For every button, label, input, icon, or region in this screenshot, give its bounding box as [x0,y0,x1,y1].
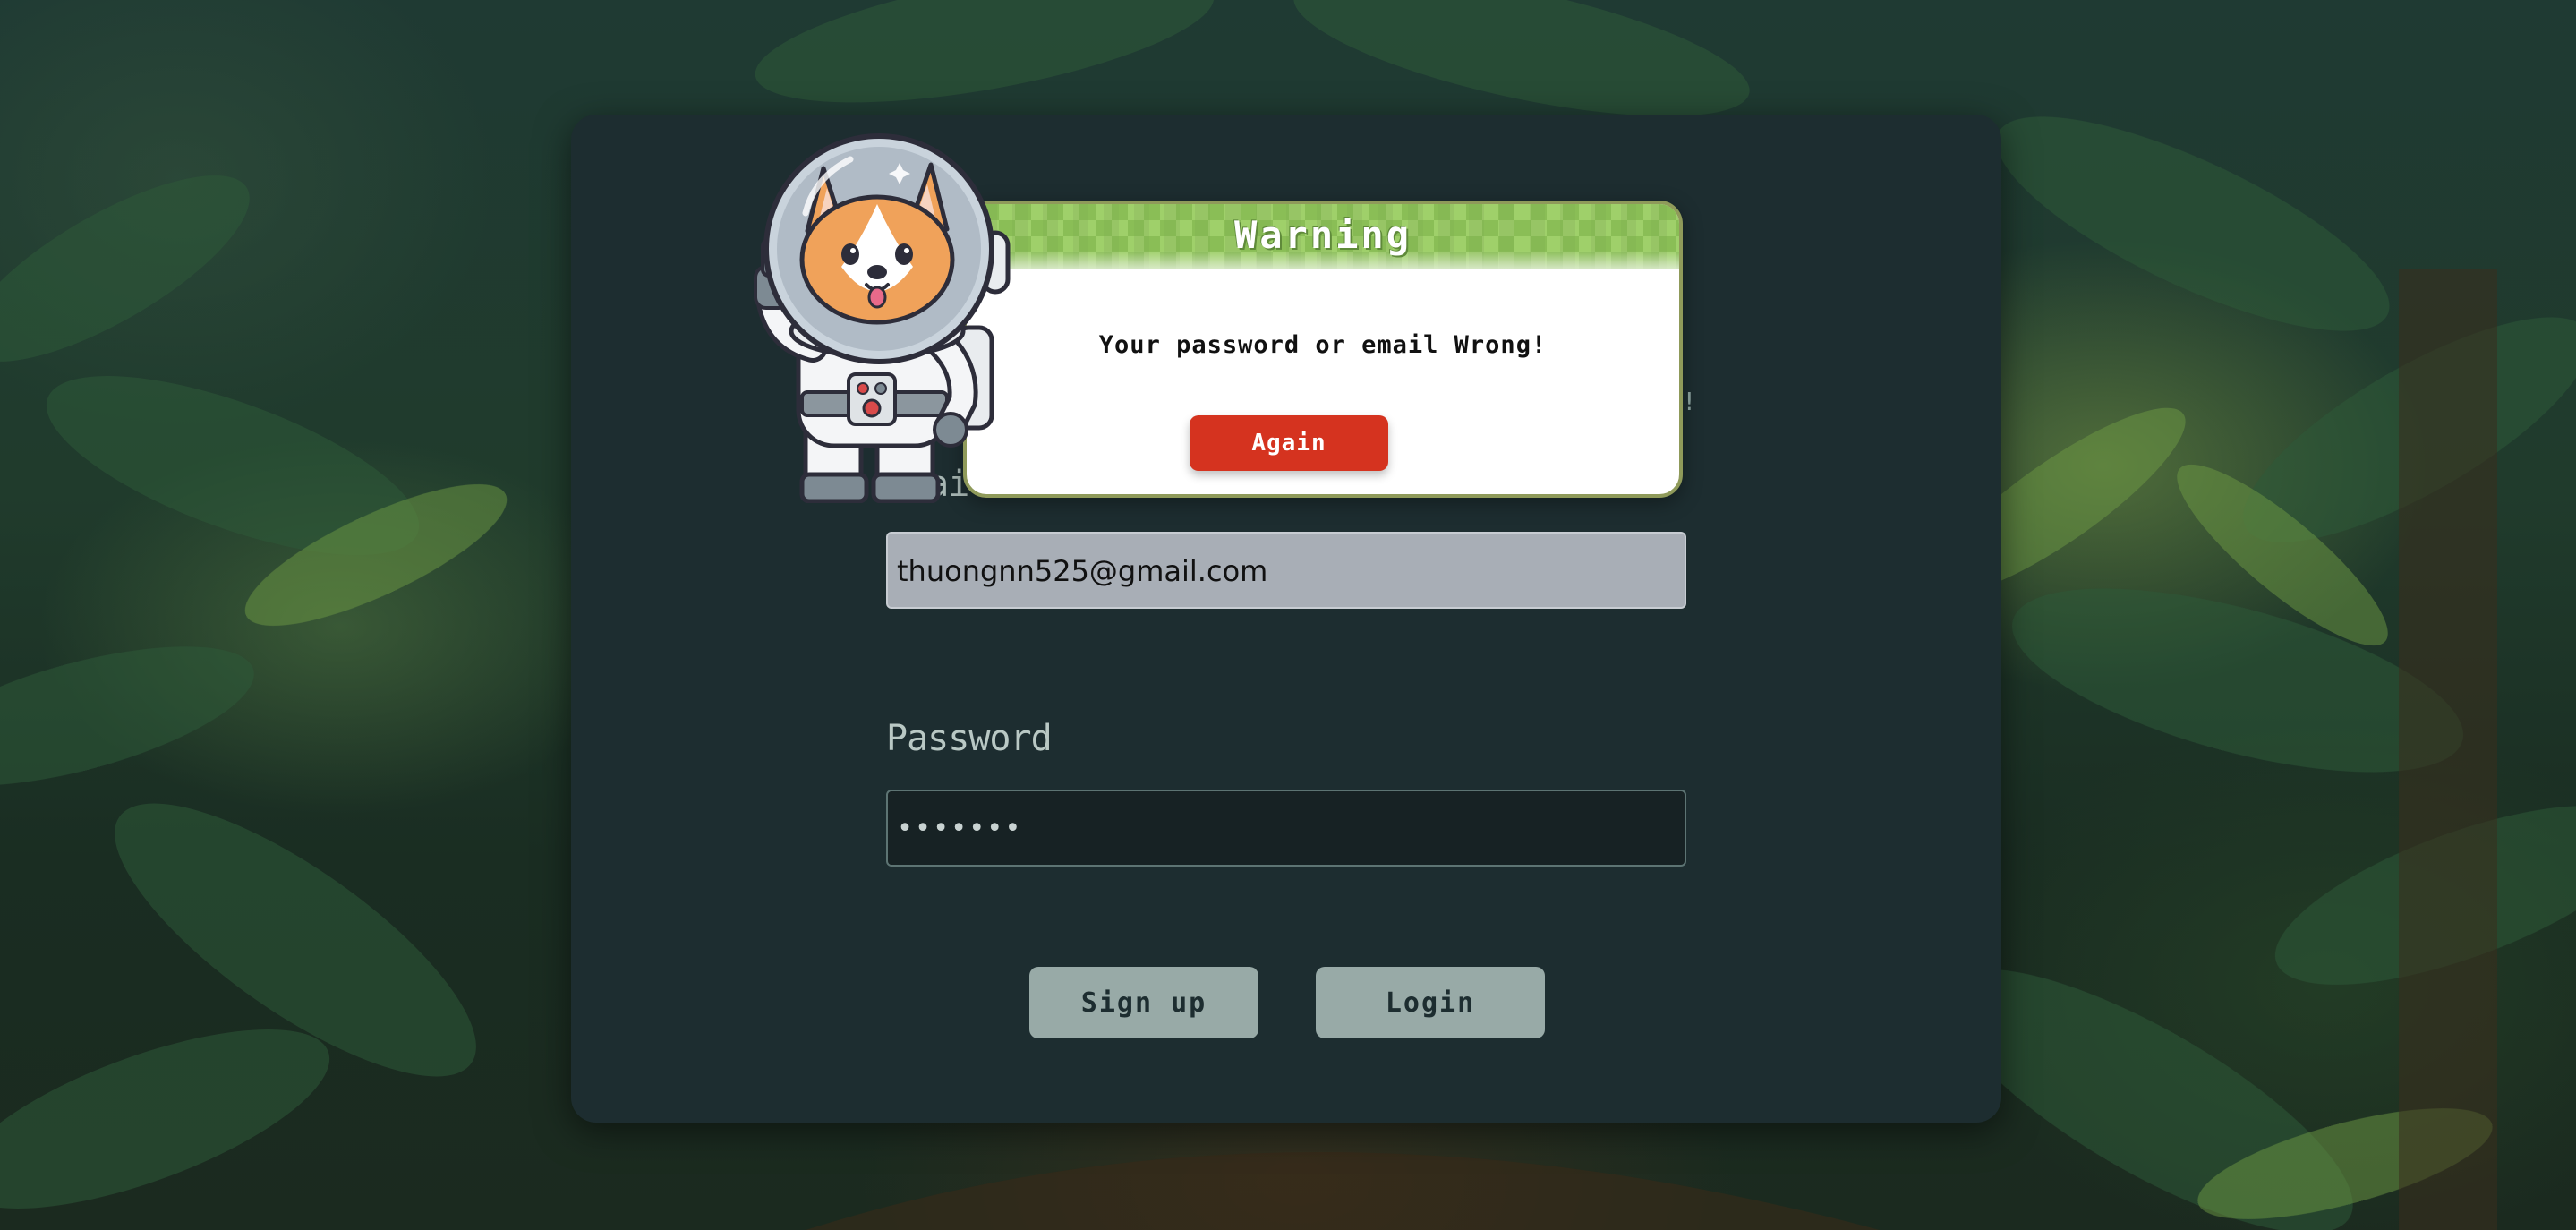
warning-dialog-header: Warning [967,204,1679,269]
password-input[interactable]: ••••••• [886,790,1686,867]
again-button[interactable]: Again [1190,415,1388,471]
warning-title: Warning [1233,213,1412,257]
email-input[interactable]: thuongnn525@gmail.com [886,532,1686,609]
password-label: Password [886,718,1053,759]
signup-button[interactable]: Sign up [1029,967,1258,1038]
astronaut-corgi-icon [743,132,1029,504]
warning-message: Your password or email Wrong! [1098,331,1548,359]
login-button[interactable]: Login [1316,967,1545,1038]
warning-dialog: Warning Your password or email Wrong! Ag… [963,201,1683,498]
